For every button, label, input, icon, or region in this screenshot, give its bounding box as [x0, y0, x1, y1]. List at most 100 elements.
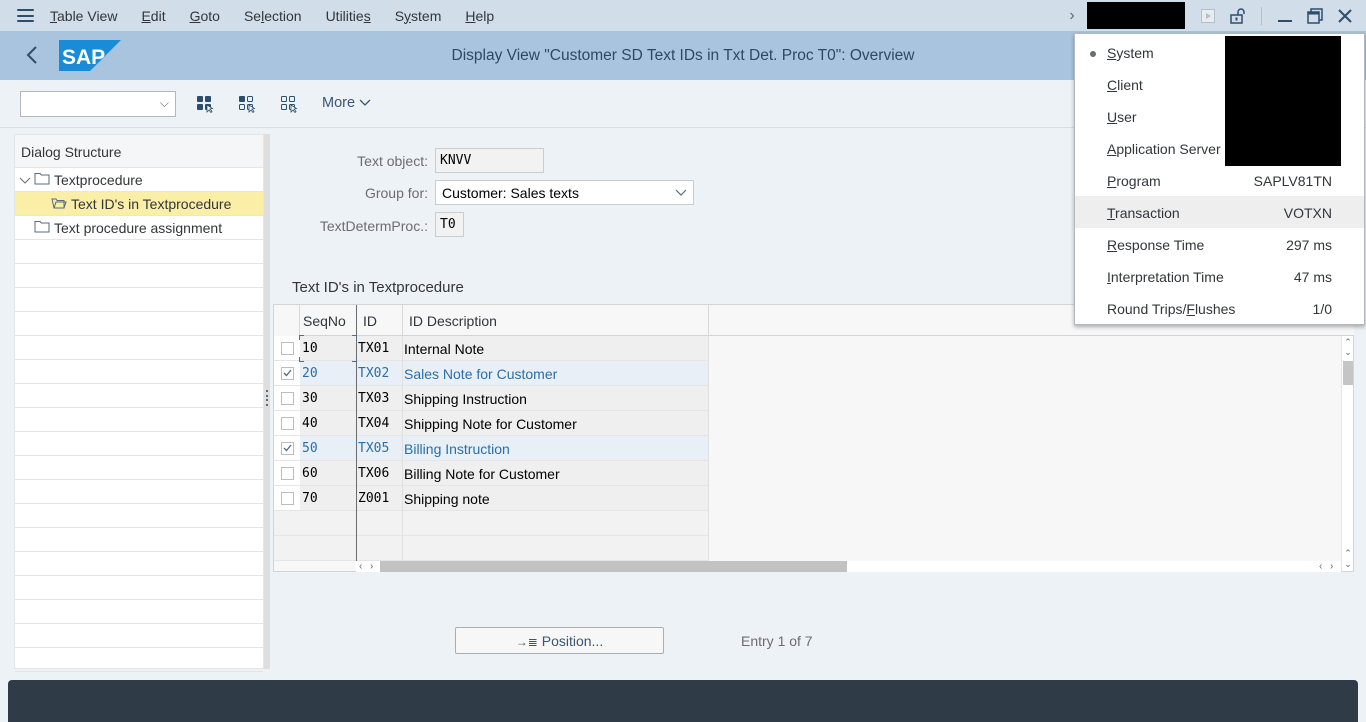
- horizontal-scroll-thumb[interactable]: [380, 561, 847, 572]
- menu-table-view[interactable]: Table View: [50, 8, 117, 24]
- row-selector[interactable]: [274, 411, 300, 436]
- select-all-icon[interactable]: [196, 95, 214, 113]
- menu-help[interactable]: Help: [465, 8, 494, 24]
- play-button[interactable]: [1193, 0, 1223, 31]
- entry-info: Entry 1 of 7: [741, 633, 813, 649]
- cell-id: [357, 511, 403, 536]
- cell-seqno: [300, 511, 357, 536]
- text-determ-proc-field[interactable]: T0: [435, 212, 464, 237]
- position-button[interactable]: →≣ Position...: [455, 627, 664, 654]
- row-selector[interactable]: [274, 336, 300, 361]
- text-object-field[interactable]: KNVV: [435, 148, 544, 173]
- checkbox[interactable]: [280, 466, 294, 480]
- select-block-icon[interactable]: [238, 95, 256, 113]
- scroll-up-icon[interactable]: ⌃: [1343, 337, 1353, 347]
- more-button[interactable]: More: [322, 95, 371, 111]
- system-info-program[interactable]: Program SAPLV81TN: [1075, 164, 1364, 196]
- chevron-down-icon: [675, 185, 687, 202]
- cell-id[interactable]: TX02: [357, 361, 403, 386]
- cell-id[interactable]: TX04: [357, 411, 403, 436]
- restore-button[interactable]: [1300, 0, 1330, 31]
- cell-seqno[interactable]: 70: [300, 486, 357, 511]
- select-all-header[interactable]: [274, 305, 300, 336]
- tree-item[interactable]: Textprocedure: [15, 168, 263, 192]
- table-row[interactable]: 50 TX05 Billing Instruction: [274, 436, 709, 461]
- menu-goto[interactable]: Goto: [190, 8, 220, 24]
- cell-seqno[interactable]: 60: [300, 461, 357, 486]
- scroll-right-end-icon[interactable]: ›: [1330, 561, 1333, 572]
- column-header-seqno[interactable]: SeqNo: [300, 305, 357, 336]
- vertical-scroll-thumb[interactable]: [1343, 361, 1353, 385]
- table-row[interactable]: 70 Z001 Shipping note: [274, 486, 709, 511]
- system-info-interpretation-time[interactable]: Interpretation Time 47 ms: [1075, 260, 1364, 292]
- scroll-page-up-icon[interactable]: ⌃: [1343, 548, 1353, 558]
- cell-id[interactable]: TX03: [357, 386, 403, 411]
- checkbox[interactable]: [280, 491, 294, 505]
- cell-id[interactable]: TX06: [357, 461, 403, 486]
- cell-id[interactable]: TX05: [357, 436, 403, 461]
- scroll-page-down-icon[interactable]: ⌄: [1343, 559, 1353, 569]
- scroll-left-icon[interactable]: ‹: [359, 561, 362, 572]
- row-selector[interactable]: [274, 486, 300, 511]
- cell-description[interactable]: Billing Note for Customer: [403, 461, 709, 486]
- checkbox[interactable]: [280, 391, 294, 405]
- menu-utilities[interactable]: Utilities: [326, 8, 371, 24]
- row-selector[interactable]: [274, 461, 300, 486]
- hamburger-menu-button[interactable]: [0, 0, 50, 31]
- column-header-id[interactable]: ID: [357, 305, 403, 336]
- horizontal-scrollbar[interactable]: ‹ › ‹ ›: [356, 561, 1341, 572]
- table-row[interactable]: 40 TX04 Shipping Note for Customer: [274, 411, 709, 436]
- checkbox[interactable]: [280, 341, 294, 355]
- tree-item[interactable]: Text ID's in Textprocedure: [15, 192, 263, 216]
- system-info-label: Interpretation Time: [1107, 269, 1224, 285]
- chevron-down-icon[interactable]: ⌵: [160, 96, 169, 111]
- checkbox-checked[interactable]: [280, 366, 294, 380]
- cell-seqno[interactable]: 20: [300, 361, 357, 386]
- menu-selection[interactable]: Selection: [244, 8, 302, 24]
- cell-description[interactable]: Billing Instruction: [403, 436, 709, 461]
- system-info-response-time[interactable]: Response Time 297 ms: [1075, 228, 1364, 260]
- scroll-down-icon[interactable]: ⌄: [1343, 347, 1353, 357]
- bullet-icon: [1090, 51, 1096, 57]
- row-selector[interactable]: [274, 436, 300, 461]
- close-button[interactable]: [1330, 0, 1360, 31]
- cell-id[interactable]: Z001: [357, 486, 403, 511]
- splitter-handle-icon[interactable]: [266, 390, 269, 406]
- vertical-scrollbar[interactable]: ⌃ ⌄ ⌃ ⌄: [1341, 336, 1353, 571]
- group-for-select[interactable]: Customer: Sales texts: [435, 180, 694, 205]
- scroll-left-end-icon[interactable]: ‹: [1319, 561, 1322, 572]
- checkmark-icon: [283, 369, 292, 377]
- cell-description[interactable]: Internal Note: [403, 336, 709, 361]
- cell-description[interactable]: Shipping note: [403, 486, 709, 511]
- system-info-round-trips-flushes[interactable]: Round Trips/Flushes 1/0: [1075, 292, 1364, 324]
- tree-item[interactable]: Text procedure assignment: [15, 216, 263, 240]
- cell-id[interactable]: TX01: [357, 336, 403, 361]
- cell-description[interactable]: Sales Note for Customer: [403, 361, 709, 386]
- checkbox[interactable]: [280, 416, 294, 430]
- cell-description[interactable]: Shipping Note for Customer: [403, 411, 709, 436]
- chevron-down-icon[interactable]: [19, 172, 34, 188]
- restore-icon: [1307, 7, 1323, 24]
- menu-system[interactable]: System: [395, 8, 442, 24]
- minimize-button[interactable]: [1270, 0, 1300, 31]
- menu-edit[interactable]: Edit: [141, 8, 165, 24]
- scroll-right-icon[interactable]: ›: [370, 561, 373, 572]
- table-row[interactable]: 60 TX06 Billing Note for Customer: [274, 461, 709, 486]
- tree-empty-row: [15, 384, 263, 408]
- cell-seqno[interactable]: 50: [300, 436, 357, 461]
- cell-seqno[interactable]: 40: [300, 411, 357, 436]
- command-field[interactable]: ⌵: [20, 91, 176, 117]
- column-header-description[interactable]: ID Description: [403, 305, 709, 336]
- expand-chevron-icon[interactable]: ›: [1057, 7, 1087, 25]
- unlock-button[interactable]: [1223, 0, 1253, 31]
- row-selector[interactable]: [274, 361, 300, 386]
- system-info-transaction[interactable]: Transaction VOTXN: [1075, 196, 1364, 228]
- table-row[interactable]: 30 TX03 Shipping Instruction: [274, 386, 709, 411]
- row-selector[interactable]: [274, 386, 300, 411]
- table-row[interactable]: 20 TX02 Sales Note for Customer: [274, 361, 709, 386]
- cell-description[interactable]: Shipping Instruction: [403, 386, 709, 411]
- checkbox-checked[interactable]: [280, 441, 294, 455]
- cell-seqno[interactable]: 30: [300, 386, 357, 411]
- text-object-label: Text object:: [357, 153, 428, 169]
- deselect-all-icon[interactable]: [280, 95, 298, 113]
